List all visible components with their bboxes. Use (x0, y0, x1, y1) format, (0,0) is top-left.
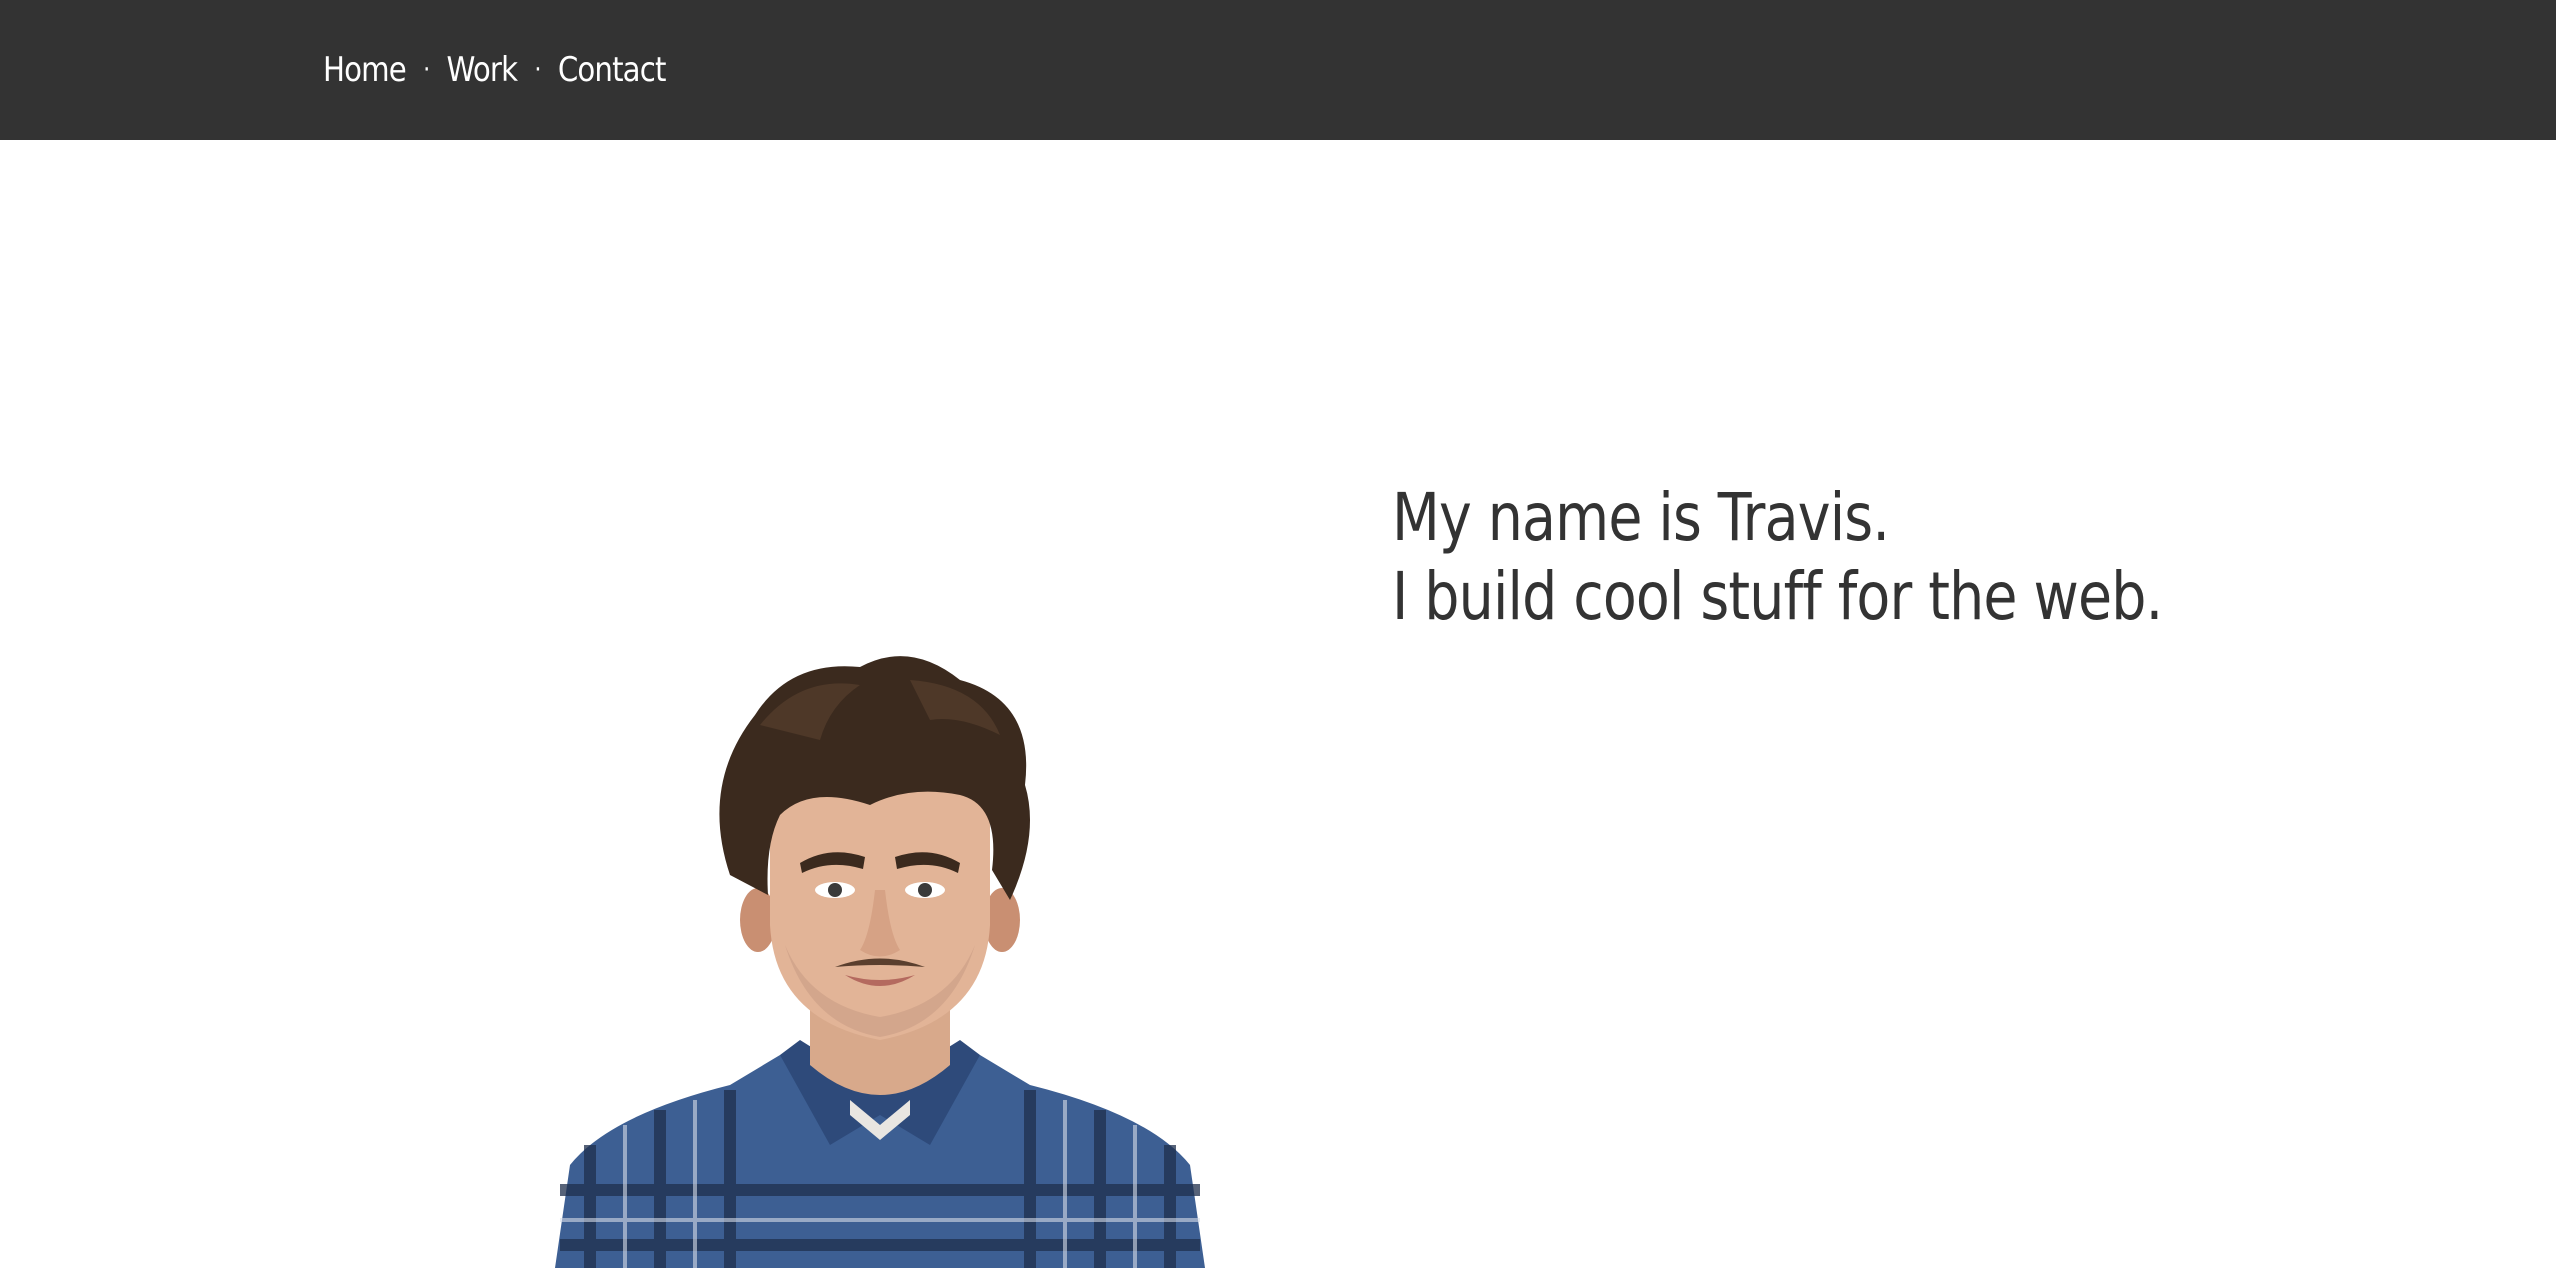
top-navigation-bar: Home · Work · Contact (0, 0, 2556, 140)
profile-photo-illustration (555, 656, 1205, 1268)
hero-tagline-line: I build cool stuff for the web. (1392, 558, 2163, 635)
main-nav: Home · Work · Contact (323, 0, 666, 140)
profile-photo (530, 645, 1230, 1268)
nav-link-home[interactable]: Home (323, 50, 407, 90)
nav-separator: · (423, 55, 430, 85)
nav-separator: · (534, 55, 541, 85)
hero-name-line: My name is Travis. (1392, 479, 1890, 556)
nav-link-contact[interactable]: Contact (558, 50, 667, 90)
hero-headline: My name is Travis. I build cool stuff fo… (1392, 478, 2163, 636)
nav-link-work[interactable]: Work (447, 50, 518, 90)
